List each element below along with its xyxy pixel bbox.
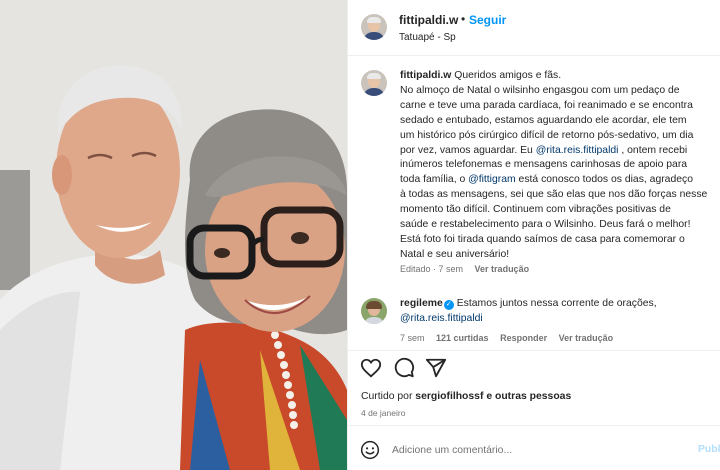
reply-button[interactable]: Responder [500, 333, 547, 343]
publish-button[interactable]: Publicar [698, 444, 720, 455]
comment-input[interactable] [392, 440, 682, 460]
caption-line: carne e teve uma parada cardíaca, foi re… [400, 99, 693, 111]
caption-line: toda família, o [400, 174, 469, 186]
comment-username[interactable]: regileme [400, 298, 443, 309]
edited-time: Editado · 7 sem [400, 264, 464, 274]
post-caption: fittipaldi.w Queridos amigos e fãs. No a… [400, 69, 718, 263]
post-photo [0, 0, 347, 470]
photo-illustration [0, 0, 347, 470]
caption-line: está conosco todos os dias, agradeço [515, 174, 693, 186]
caption-line: , ontem recebi [621, 144, 688, 156]
heart-icon[interactable] [360, 357, 382, 379]
liked-prefix: Curtido por [361, 391, 416, 402]
caption-line: inúmeros telefonemas e mensagens carinho… [400, 159, 688, 171]
actions-divider [348, 350, 720, 351]
caption-line: por vez, vamos aguardar. Eu [400, 144, 536, 156]
post-header: fittipaldi.w • Seguir Tatuapé - Sp [348, 0, 720, 56]
caption-line: Está foto foi tirada quando saímos de ca… [400, 233, 685, 245]
post-location[interactable]: Tatuapé - Sp [399, 32, 456, 43]
comment-item: regileme ✓ Estamos juntos nessa corrente d… [400, 297, 718, 327]
caption-line: um histórico pós cirúrgico difícil de re… [400, 129, 694, 141]
share-icon[interactable] [425, 357, 447, 379]
caption-meta: Editado · 7 sem Ver tradução [400, 264, 538, 274]
profile-avatar[interactable] [361, 14, 387, 40]
comment-age: 7 sem [400, 333, 425, 343]
verified-badge-icon: ✓ [443, 300, 454, 310]
translate-comment-link[interactable]: Ver tradução [559, 333, 614, 343]
comment-meta: 7 sem 121 curtidas Responder Ver traduçã… [400, 333, 622, 343]
post-date: 4 de janeiro [361, 408, 406, 418]
comment-mention[interactable]: @rita.reis.fittipaldi [400, 313, 483, 324]
post-panel: fittipaldi.w • Seguir Tatuapé - Sp fitti… [347, 0, 720, 470]
caption-avatar[interactable] [361, 70, 387, 96]
commenter-avatar[interactable] [361, 298, 387, 324]
comment-likes[interactable]: 121 curtidas [436, 333, 489, 343]
comment-text: Estamos juntos nessa corrente de orações… [456, 298, 657, 309]
follow-button[interactable]: Seguir [469, 13, 506, 27]
emoji-icon[interactable] [360, 440, 380, 460]
mention-rita[interactable]: @rita.reis.fittipaldi [536, 145, 619, 156]
comment-icon[interactable] [393, 357, 415, 379]
separator-dot: • [461, 12, 466, 26]
caption-line: sedado e entubado, estamos aguardando el… [400, 114, 687, 126]
post-username[interactable]: fittipaldi.w [399, 13, 458, 27]
translate-caption-link[interactable]: Ver tradução [475, 264, 530, 274]
caption-line: à todas as mensagens, sei que são elas q… [400, 189, 708, 201]
caption-username[interactable]: fittipaldi.w [400, 70, 451, 81]
caption-line: saúde e restabelecimento para o Wilsinho… [400, 219, 691, 231]
caption-line: Queridos amigos e fãs. [454, 70, 562, 81]
caption-line: Natal e seu aniversário! [400, 248, 510, 260]
mention-fittigram[interactable]: @fittigram [468, 174, 516, 185]
caption-line: No almoço de Natal o wilsinho engasgou c… [400, 84, 680, 96]
caption-line: momento tão difícil. Continuem com vibra… [400, 204, 671, 216]
liked-by: Curtido por sergiofilhossf e outras pess… [361, 391, 571, 402]
liked-user[interactable]: sergiofilhossf [415, 391, 483, 402]
liked-others[interactable]: e outras pessoas [483, 391, 571, 402]
